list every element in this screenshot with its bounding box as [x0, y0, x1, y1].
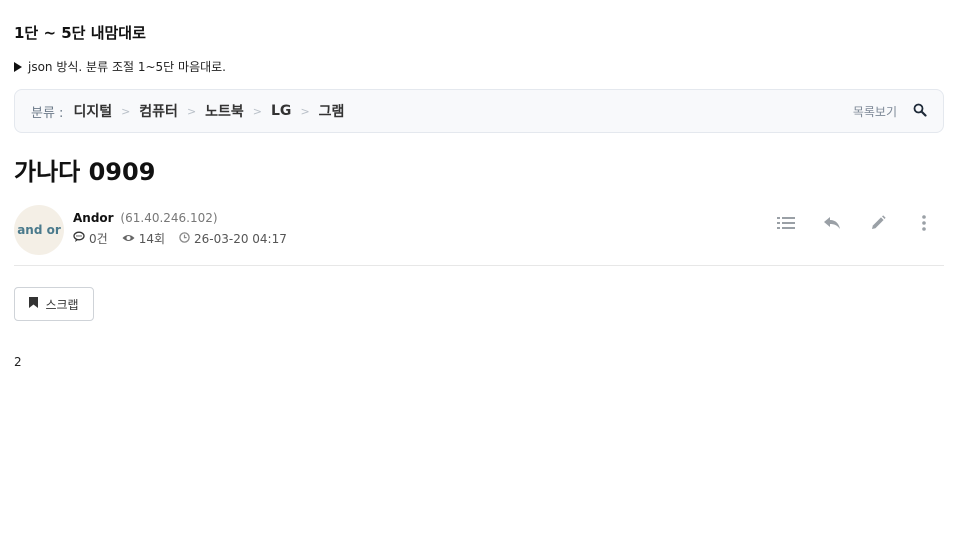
post-date-value: 26-03-20 04:17: [194, 231, 287, 246]
view-count-value: 14회: [138, 232, 165, 246]
comment-icon: [73, 231, 85, 246]
view-count: 14회: [122, 230, 165, 247]
breadcrumb-separator: >: [186, 104, 197, 118]
reply-icon[interactable]: [821, 212, 843, 234]
breadcrumb-separator: >: [252, 104, 263, 118]
post-title: 가나다 0909: [14, 158, 156, 186]
page-heading: 1단 ~ 5단 내맘대로: [14, 24, 146, 42]
list-icon[interactable]: [775, 212, 797, 234]
post-body: 2: [14, 355, 22, 369]
clock-icon: [179, 231, 190, 246]
breadcrumb-label: 분류 :: [31, 105, 64, 121]
comment-count: 0건: [73, 230, 108, 247]
breadcrumb-separator: >: [121, 104, 131, 118]
comment-count-value: 0건: [89, 232, 108, 246]
description: json 방식. 분류 조절 1~5단 마음대로.: [14, 58, 226, 75]
list-view-label: 목록보기: [852, 104, 897, 119]
search-icon: [913, 103, 927, 120]
breadcrumb: 분류 : 디지털 > 컴퓨터 > 노트북 > LG > 그램 목록보기: [14, 89, 944, 133]
more-vertical-icon[interactable]: [913, 212, 935, 234]
breadcrumb-item-computer[interactable]: 컴퓨터: [139, 101, 178, 121]
post-date: 26-03-20 04:17: [179, 232, 287, 246]
breadcrumb-item-notebook[interactable]: 노트북: [205, 101, 244, 121]
edit-icon[interactable]: [867, 212, 889, 234]
eye-icon: [122, 232, 135, 246]
post-actions: [775, 212, 935, 234]
author-info: Andor (61.40.246.102): [73, 211, 218, 225]
scrap-label: 스크랩: [45, 297, 79, 312]
author-name[interactable]: Andor: [73, 211, 114, 225]
breadcrumb-item-digital[interactable]: 디지털: [73, 101, 112, 121]
breadcrumb-item-lg[interactable]: LG: [271, 103, 291, 119]
avatar: and or: [14, 205, 64, 255]
description-text: json 방식. 분류 조절 1~5단 마음대로.: [28, 60, 226, 74]
scrap-button[interactable]: 스크랩: [14, 287, 94, 321]
list-view-link[interactable]: 목록보기: [853, 103, 927, 120]
triangle-right-icon: [14, 61, 22, 72]
breadcrumb-item-gram[interactable]: 그램: [319, 101, 345, 121]
divider: [14, 265, 944, 266]
breadcrumb-separator: >: [300, 104, 310, 118]
bookmark-icon: [29, 297, 39, 311]
author-ip: (61.40.246.102): [120, 211, 218, 225]
post-meta: 0건 14회 26-03-20 04:17: [73, 230, 287, 247]
